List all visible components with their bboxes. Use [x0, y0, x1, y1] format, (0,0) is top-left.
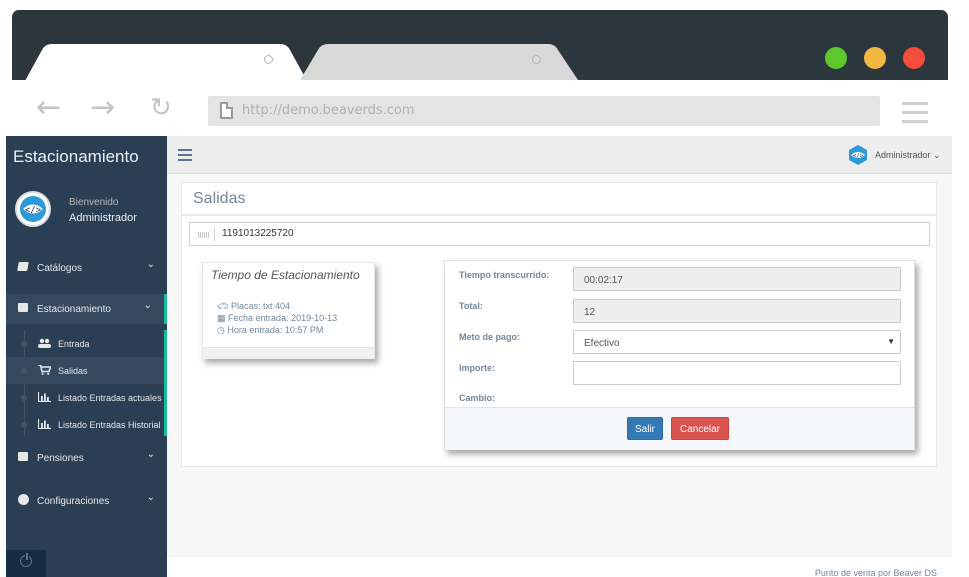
barcode-icon	[198, 232, 209, 238]
menu-catalogos[interactable]: Catálogos ⌄	[6, 253, 167, 283]
address-bar[interactable]: http://demo.beaverds.com	[208, 96, 880, 126]
submenu-label: Listado Entradas actuales	[58, 393, 162, 403]
salir-button[interactable]: Salir	[627, 417, 663, 440]
minimize-button[interactable]	[864, 47, 886, 69]
clock-icon: ◷	[217, 325, 225, 335]
placas-text: Placas: txt 404	[230, 301, 290, 311]
hora-text: Hora entrada: 10:57 PM	[227, 325, 324, 335]
menu-pensiones[interactable]: Pensiones ⌄	[6, 443, 167, 473]
barcode-input[interactable]: 1191013225720	[189, 222, 930, 246]
power-icon	[20, 553, 32, 567]
menu-label: Estacionamiento	[37, 304, 111, 315]
chevron-down-icon: ⌄	[146, 259, 155, 270]
tab-close-icon[interactable]	[532, 55, 541, 64]
chevron-down-icon: ⌄	[146, 492, 155, 503]
browser-menu-icon[interactable]	[902, 102, 928, 129]
logout-button[interactable]	[6, 550, 46, 577]
menu-estacionamiento[interactable]: Estacionamiento ⌄	[6, 294, 167, 324]
footer-text: Punto de venta por Beaver DS	[814, 568, 937, 577]
payment-method-select[interactable]: Efectivo ▼	[573, 330, 901, 354]
app-window: Estacionamiento </> Bienvenido Administr…	[6, 136, 952, 577]
menu-label: Configuraciones	[37, 496, 110, 507]
welcome-text: Bienvenido	[69, 197, 119, 208]
bar-chart-icon	[38, 419, 51, 429]
tab-close-icon[interactable]	[264, 55, 273, 64]
close-window-button[interactable]	[903, 47, 925, 69]
card-footer	[203, 347, 374, 359]
svg-text:</>: </>	[853, 153, 864, 160]
folder-open-icon	[18, 452, 28, 461]
car-icon: 🚗︎	[217, 301, 229, 311]
submenu-item-entrada[interactable]: Entrada	[6, 330, 164, 357]
user-name-label: Administrador	[875, 150, 931, 160]
top-nav: </> Administrador ⌄	[167, 136, 952, 174]
card-title: Tiempo de Estacionamiento	[211, 268, 360, 282]
submenu-label: Listado Entradas Historial	[58, 420, 161, 430]
tiempo-field[interactable]: 00:02:17	[573, 267, 901, 291]
menu-label: Catálogos	[37, 263, 83, 274]
submenu-label: Entrada	[58, 339, 90, 349]
profile-name: Administrador	[69, 212, 137, 224]
page-footer: Punto de venta por Beaver DS	[167, 557, 952, 577]
payment-card: Tiempo transcurrido: 00:02:17 Total: 12 …	[444, 260, 915, 450]
divider	[182, 214, 937, 216]
importe-label: Importe:	[459, 363, 495, 373]
cambio-label: Cambio:	[459, 393, 495, 403]
payment-method-value: Efectivo	[584, 338, 620, 349]
hora-line: ◷ Hora entrada: 10:57 PM	[217, 325, 323, 336]
fecha-line: ▦ Fecha entrada: 2019-10-13	[217, 313, 337, 324]
users-icon	[38, 338, 51, 348]
parking-time-card: Tiempo de Estacionamiento 🚗︎ Placas: txt…	[202, 262, 375, 359]
folder-open-icon	[18, 303, 28, 312]
sidebar: Estacionamiento </> Bienvenido Administr…	[6, 136, 167, 577]
book-icon	[17, 262, 29, 271]
cancelar-button[interactable]: Cancelar	[671, 417, 729, 440]
browser-titlebar	[12, 10, 948, 90]
barcode-value[interactable]: 1191013225720	[222, 228, 294, 239]
submenu-item-listado-actuales[interactable]: Listado Entradas actuales	[6, 384, 164, 411]
fecha-text: Fecha entrada: 2019-10-13	[228, 313, 338, 323]
url-text[interactable]: http://demo.beaverds.com	[242, 103, 415, 118]
main-content: </> Administrador ⌄ Salidas 119101322572…	[167, 136, 952, 577]
avatar: </>	[15, 191, 51, 227]
maximize-button[interactable]	[825, 47, 847, 69]
submenu-item-listado-historial[interactable]: Listado Entradas Historial	[6, 411, 164, 438]
menu-label: Pensiones	[37, 453, 84, 464]
total-field[interactable]: 12	[573, 299, 901, 323]
menu-toggle-icon[interactable]	[178, 149, 192, 164]
importe-input[interactable]	[573, 361, 901, 385]
cogs-icon	[18, 494, 29, 505]
forward-arrow-icon[interactable]: →	[90, 93, 115, 123]
tiempo-label: Tiempo transcurrido:	[459, 270, 550, 280]
metodo-label: Meto de pago:	[459, 332, 520, 342]
salidas-panel: Salidas 1191013225720 Tiempo de Estacion…	[181, 182, 937, 467]
browser-toolbar: ← → ↻ http://demo.beaverds.com	[12, 80, 948, 136]
back-arrow-icon[interactable]: ←	[36, 93, 61, 123]
caret-down-icon: ▼	[887, 337, 895, 346]
total-label: Total:	[459, 301, 483, 311]
chevron-down-icon: ⌄	[143, 300, 152, 311]
chevron-down-icon: ⌄	[146, 449, 155, 460]
shopping-cart-icon	[38, 365, 51, 375]
submenu-label: Salidas	[58, 366, 88, 376]
svg-text:</>: </>	[25, 206, 42, 216]
submenu-estacionamiento: Entrada Salidas Listado Entradas actuale…	[6, 330, 167, 436]
brand-title[interactable]: Estacionamiento	[13, 147, 139, 167]
bar-chart-icon	[38, 392, 51, 402]
user-avatar-icon[interactable]: </>	[848, 145, 868, 165]
placas-line: 🚗︎ Placas: txt 404	[217, 301, 290, 312]
page-title: Salidas	[193, 190, 246, 207]
calendar-icon: ▦	[217, 313, 226, 323]
payment-footer: Salir Cancelar	[445, 407, 914, 450]
reload-icon[interactable]: ↻	[150, 95, 172, 121]
menu-configuraciones[interactable]: Configuraciones ⌄	[6, 486, 167, 516]
user-menu[interactable]: Administrador ⌄	[875, 150, 941, 161]
page-icon	[220, 102, 233, 119]
submenu-item-salidas[interactable]: Salidas	[6, 357, 164, 384]
